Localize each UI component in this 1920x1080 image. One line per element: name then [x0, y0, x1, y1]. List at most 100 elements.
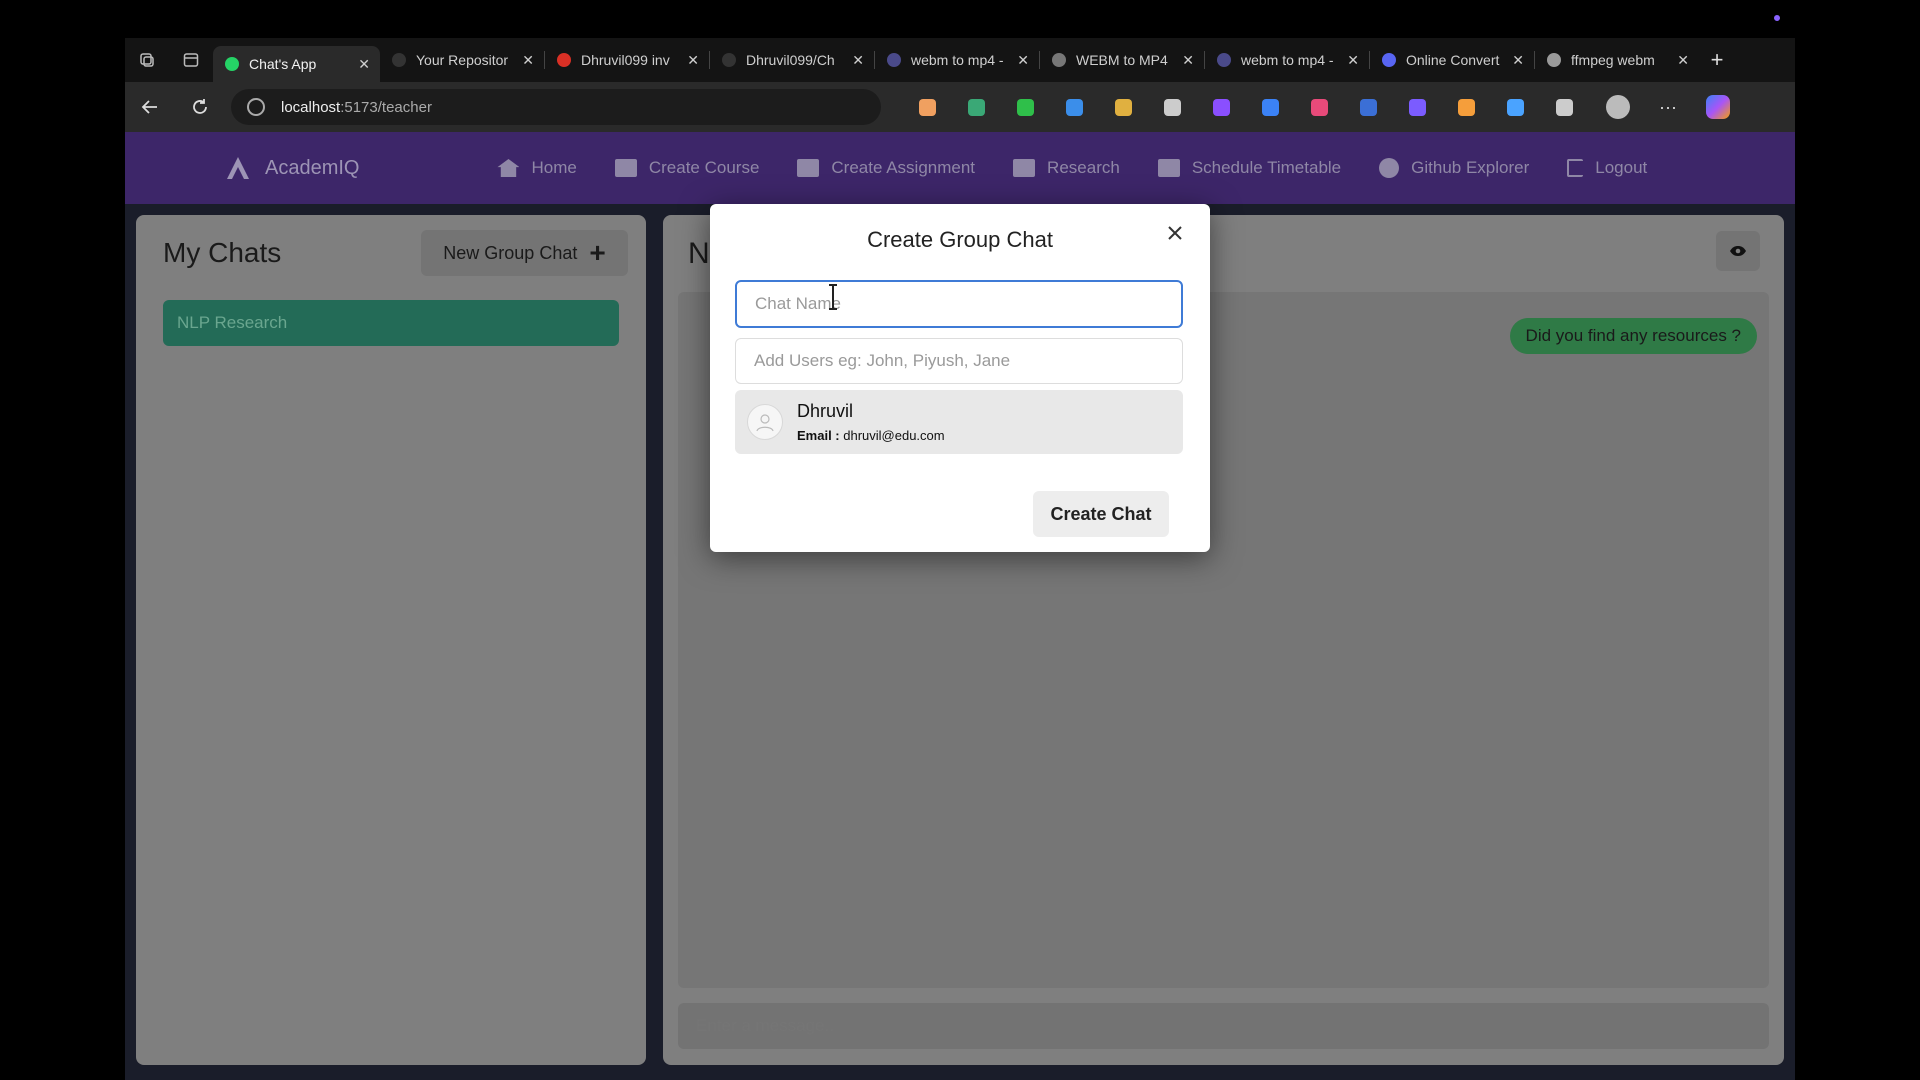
tab-close-icon[interactable]: ✕ [852, 52, 864, 69]
tab-close-icon[interactable]: ✕ [1017, 52, 1029, 69]
tab-close-icon[interactable]: ✕ [687, 52, 699, 69]
reload-icon[interactable] [175, 82, 225, 132]
more-menu-icon[interactable]: ··· [1643, 82, 1693, 132]
tab-title: ffmpeg webm [1571, 52, 1655, 68]
extension-icon[interactable] [1148, 82, 1197, 132]
tab-close-icon[interactable]: ✕ [1182, 52, 1194, 69]
nav-link[interactable]: Schedule Timetable [1157, 158, 1341, 178]
folder-plus-icon [797, 159, 820, 177]
browser-tab[interactable]: webm to mp4 - ✕ [1205, 42, 1369, 78]
tab-close-icon[interactable]: ✕ [1512, 52, 1524, 69]
profile-avatar[interactable] [1593, 82, 1643, 132]
tab-close-icon[interactable]: ✕ [522, 52, 534, 69]
app-navbar: AcademIQ Home Create Course Create Assignm… [125, 132, 1795, 204]
nav-link[interactable]: Home [497, 158, 577, 178]
tab-title: Your Repositor [416, 52, 509, 68]
tab-title: WEBM to MP4 [1076, 52, 1168, 68]
new-tab-button[interactable]: + [1699, 47, 1735, 73]
academiq-logo-icon [227, 157, 249, 179]
back-icon[interactable] [125, 82, 175, 132]
home-icon [497, 159, 520, 177]
new-group-chat-button[interactable]: New Group Chat + [421, 230, 628, 276]
tab-title: Dhruvil099 inv [581, 52, 670, 68]
browser-tab[interactable]: ffmpeg webm ✕ [1535, 42, 1699, 78]
favicon-icon [722, 53, 736, 67]
extension-icon[interactable] [1344, 82, 1393, 132]
tab-close-icon[interactable]: ✕ [1347, 52, 1359, 69]
browser-tab[interactable]: Chat's App ✕ [213, 46, 380, 82]
extension-icon[interactable] [1001, 82, 1050, 132]
chat-name-input[interactable] [735, 280, 1183, 328]
extension-glyph [1262, 98, 1279, 116]
nav-link-label: Github Explorer [1411, 158, 1530, 177]
close-icon[interactable] [1160, 218, 1190, 248]
favicon-icon [887, 53, 901, 67]
nav-link[interactable]: Logout [1567, 158, 1647, 178]
nav-link[interactable]: Github Explorer [1379, 158, 1529, 178]
status-dot [1774, 15, 1780, 21]
vertical-tabs-icon[interactable] [169, 38, 213, 82]
extension-glyph [1507, 98, 1524, 116]
workspaces-icon[interactable] [125, 38, 169, 82]
extension-glyph [968, 98, 985, 116]
copilot-icon[interactable] [1693, 82, 1743, 132]
url-host: localhost [281, 98, 341, 116]
extension-icon[interactable] [1540, 82, 1589, 132]
favicon-icon [1217, 53, 1231, 67]
extension-icon[interactable] [952, 82, 1001, 132]
nav-link-label: Logout [1595, 158, 1648, 177]
favicon-icon [225, 57, 239, 71]
avatar [747, 404, 783, 440]
app-viewport: AcademIQ Home Create Course Create Assignm… [125, 132, 1795, 1080]
nav-link-label: Create Assignment [831, 158, 976, 177]
email-label: Email : [797, 428, 840, 443]
view-details-button[interactable] [1716, 231, 1760, 271]
address-bar[interactable]: localhost:5173/teacher [231, 89, 881, 125]
message-bubble: Did you find any resources ? [1509, 318, 1757, 354]
extension-icon[interactable] [1295, 82, 1344, 132]
browser-tab[interactable]: WEBM to MP4 ✕ [1040, 42, 1204, 78]
browser-tab[interactable]: Dhruvil099/Ch ✕ [710, 42, 874, 78]
nav-link[interactable]: Research [1013, 158, 1120, 178]
message-input[interactable] [678, 1003, 1769, 1049]
browser-tab[interactable]: webm to mp4 - ✕ [875, 42, 1039, 78]
favicon-icon [1382, 53, 1396, 67]
tab-strip: Chat's App ✕ Your Repositor ✕ Dhruvil099 inv… [125, 38, 1795, 82]
folder-plus-icon [1157, 159, 1180, 177]
extension-glyph [1066, 98, 1083, 116]
chat-title: N [688, 237, 710, 270]
logout-icon [1567, 159, 1584, 177]
brand-name: AcademIQ [265, 156, 360, 179]
browser-window: Chat's App ✕ Your Repositor ✕ Dhruvil099 inv… [125, 38, 1795, 1080]
browser-tab[interactable]: Online Convert ✕ [1370, 42, 1534, 78]
browser-tab[interactable]: Your Repositor ✕ [380, 42, 544, 78]
extension-icon[interactable] [1197, 82, 1246, 132]
user-name: Dhruvil [797, 401, 854, 421]
extension-icon[interactable] [1491, 82, 1540, 132]
nav-link[interactable]: Create Assignment [797, 158, 975, 178]
user-search-result[interactable]: Dhruvil Email : dhruvil@edu.com [735, 390, 1183, 454]
tab-close-icon[interactable]: ✕ [1677, 52, 1689, 69]
create-chat-button[interactable]: Create Chat [1033, 491, 1169, 537]
extension-icon[interactable] [1050, 82, 1099, 132]
favicon-icon [1052, 53, 1066, 67]
chat-list-item[interactable]: NLP Research [163, 300, 619, 346]
browser-tab[interactable]: Dhruvil099 inv ✕ [545, 42, 709, 78]
modal-title: Create Group Chat [867, 227, 1053, 252]
favicon-icon [557, 53, 571, 67]
brand[interactable]: AcademIQ [225, 155, 359, 181]
extension-icon[interactable] [1393, 82, 1442, 132]
extension-icon[interactable] [1442, 82, 1491, 132]
extension-icon[interactable] [1246, 82, 1295, 132]
nav-link[interactable]: Create Course [614, 158, 759, 178]
plus-icon: + [589, 237, 606, 268]
tab-title: webm to mp4 - [911, 52, 1004, 68]
tab-close-icon[interactable]: ✕ [358, 56, 370, 73]
site-info-icon[interactable] [247, 98, 265, 116]
my-chats-title: My Chats [163, 237, 282, 268]
extension-icon[interactable] [903, 82, 952, 132]
add-users-input[interactable] [735, 338, 1183, 384]
tab-title: Chat's App [249, 56, 317, 72]
extension-icon[interactable] [1099, 82, 1148, 132]
extension-glyph [1311, 98, 1328, 116]
